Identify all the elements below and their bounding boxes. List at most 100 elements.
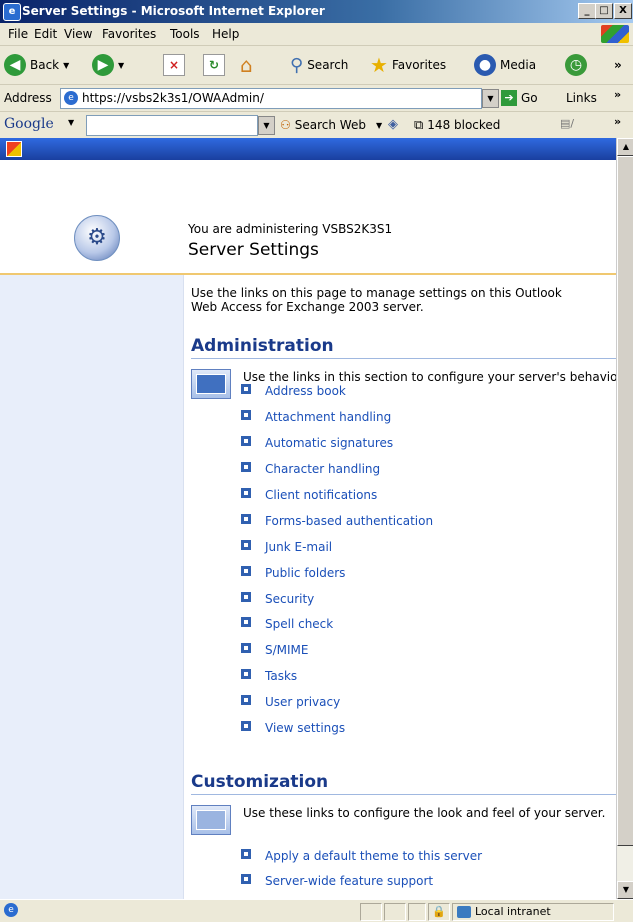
customization-description: Use these links to configure the look an… [243,806,606,820]
google-chevron[interactable]: » [614,115,621,128]
history-icon: ◷ [565,54,587,76]
link-client-notifications[interactable]: Client notifications [241,488,377,502]
back-button[interactable]: ◀ Back ▼ [4,52,69,78]
address-input[interactable]: e https://vsbs2k3s1/OWAAdmin/ [60,88,482,109]
page-status-icon: e [4,903,18,917]
menu-edit[interactable]: Edit [34,27,57,41]
vertical-scrollbar[interactable]: ▲ ▼ [616,138,633,899]
standard-toolbar: ◀ Back ▼ ▶ ▼ × ↻ ⌂ ⚲ Search ★ Favorites ● … [0,46,633,85]
page-header: ⚙ You are administering VSBS2K3S1 Server… [0,160,616,275]
refresh-button[interactable]: ↻ [203,52,225,78]
search-label: Search [307,58,349,72]
back-icon: ◀ [4,54,26,76]
administering-text: You are administering VSBS2K3S1 [188,222,393,236]
popup-blocker-icon: ⧉ [414,117,424,133]
intranet-icon [457,906,471,918]
scroll-up-button[interactable]: ▲ [617,138,633,156]
link-smime[interactable]: S/MIME [241,643,309,657]
link-apply-default-theme[interactable]: Apply a default theme to this server [241,849,482,863]
go-arrow-icon: ➔ [501,90,517,106]
menu-help[interactable]: Help [212,27,239,41]
link-tasks[interactable]: Tasks [241,669,297,683]
forward-button[interactable]: ▶ ▼ [92,52,124,78]
google-menu-arrow[interactable]: ▼ [68,118,74,127]
ie-icon: e [3,3,21,21]
forward-icon: ▶ [92,54,114,76]
windows-flag-icon [601,25,629,43]
popup-blocker-button[interactable]: ⧉ 148 blocked [414,115,500,135]
address-dropdown-button[interactable]: ▼ [482,89,499,108]
bullet-icon [241,695,251,705]
administration-heading: Administration [191,336,616,359]
bullet-icon [241,721,251,731]
page-content: ⚙ You are administering VSBS2K3S1 Server… [0,160,616,899]
link-address-book[interactable]: Address book [241,384,346,398]
media-button[interactable]: ● Media [474,52,536,78]
links-chevron[interactable]: » [614,88,621,101]
menu-view[interactable]: View [64,27,92,41]
close-button[interactable]: X [614,3,632,19]
status-pane [408,903,426,921]
minimize-button[interactable]: _ [578,3,596,19]
links-label[interactable]: Links [566,91,597,105]
favorites-button[interactable]: ★ Favorites [370,52,446,78]
autofill-icon[interactable]: ▤/ [560,117,574,130]
media-label: Media [500,58,537,72]
google-toolbar: Google ▼ ▼ ⚇ Search Web ▼ ◈ ⧉ 148 blocked… [0,112,633,139]
google-logo[interactable]: Google [4,116,54,132]
address-label: Address [4,91,52,105]
search-icon: ⚲ [290,54,304,76]
scroll-down-button[interactable]: ▼ [617,881,633,899]
bullet-icon [241,462,251,472]
bullet-icon [241,669,251,679]
favorites-label: Favorites [391,58,447,72]
left-column [0,275,184,899]
menu-tools[interactable]: Tools [170,27,200,41]
address-url: https://vsbs2k3s1/OWAAdmin/ [82,91,264,105]
media-icon: ● [474,54,496,76]
administration-icon [191,369,231,399]
menu-favorites[interactable]: Favorites [102,27,156,41]
stop-button[interactable]: × [163,52,185,78]
google-search-input[interactable] [86,115,258,136]
search-web-label: Search Web [294,118,366,132]
menu-bar: File Edit View Favorites Tools Help [0,23,633,46]
scroll-thumb[interactable] [617,156,633,846]
link-view-settings[interactable]: View settings [241,721,345,735]
toolbar-chevron[interactable]: » [614,52,622,78]
link-character-handling[interactable]: Character handling [241,462,380,476]
go-button[interactable]: ➔ Go [501,87,538,109]
link-attachment-handling[interactable]: Attachment handling [241,410,391,424]
bullet-icon [241,514,251,524]
bullet-icon [241,592,251,602]
address-bar: Address e https://vsbs2k3s1/OWAAdmin/ ▼ ➔… [0,85,633,112]
go-label: Go [521,91,538,105]
status-pane [384,903,406,921]
zone-pane: Local intranet [452,903,614,921]
search-button[interactable]: ⚲ Search [290,52,348,78]
owa-logo-icon [6,141,22,157]
link-security[interactable]: Security [241,592,314,606]
link-user-privacy[interactable]: User privacy [241,695,340,709]
search-web-button[interactable]: ⚇ Search Web ▼ [280,115,382,135]
bullet-icon [241,436,251,446]
home-icon: ⌂ [240,53,253,77]
lock-icon: 🔒 [428,903,450,921]
link-spell-check[interactable]: Spell check [241,617,333,631]
pagerank-icon[interactable]: ◈ [388,117,398,132]
maximize-button[interactable]: □ [595,3,613,19]
refresh-icon: ↻ [203,54,225,76]
back-label: Back [30,58,60,72]
link-public-folders[interactable]: Public folders [241,566,345,580]
home-button[interactable]: ⌂ [240,52,253,78]
status-bar: e 🔒 Local intranet [0,899,633,922]
status-pane [360,903,382,921]
history-button[interactable]: ◷ [565,52,587,78]
google-dropdown-button[interactable]: ▼ [258,116,275,135]
link-server-wide-feature-support[interactable]: Server-wide feature support [241,874,433,888]
menu-file[interactable]: File [8,27,28,41]
link-automatic-signatures[interactable]: Automatic signatures [241,436,393,450]
link-forms-based-authentication[interactable]: Forms-based authentication [241,514,433,528]
customization-icon [191,805,231,835]
link-junk-email[interactable]: Junk E-mail [241,540,332,554]
